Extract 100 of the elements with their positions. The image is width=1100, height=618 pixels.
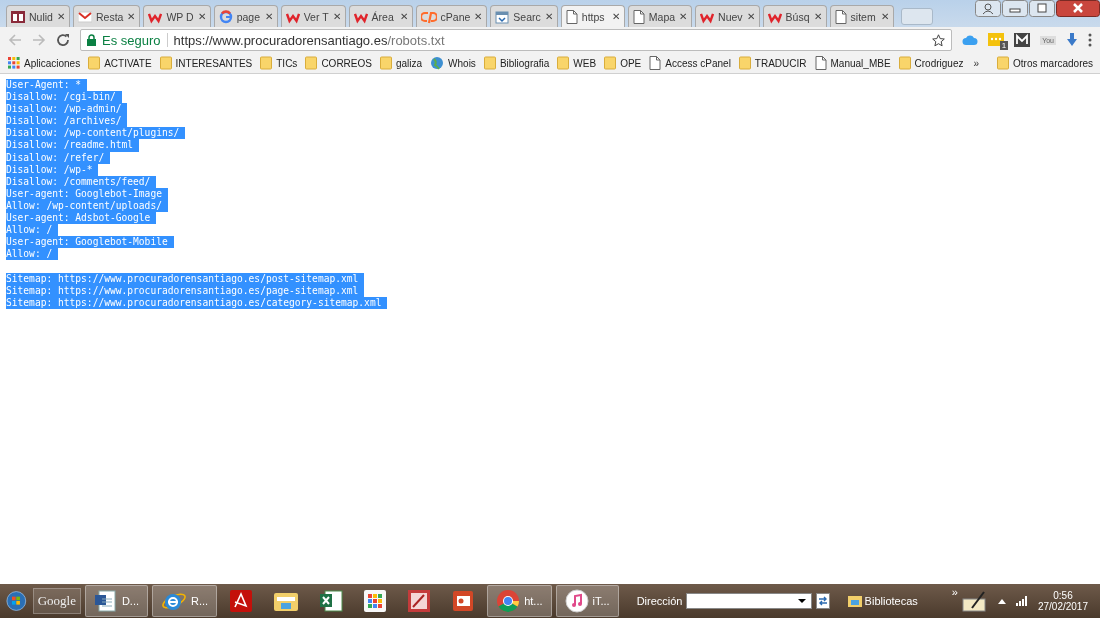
browser-tab[interactable]: Searc ✕ bbox=[490, 5, 558, 27]
m-logo-icon[interactable] bbox=[1014, 33, 1031, 47]
bookmark-item[interactable]: Access cPanel bbox=[645, 55, 735, 71]
music-note-icon bbox=[564, 589, 589, 613]
close-icon[interactable]: ✕ bbox=[127, 11, 136, 22]
close-icon[interactable]: ✕ bbox=[264, 11, 273, 22]
bookmark-item[interactable]: TRADUCIR bbox=[734, 55, 811, 71]
mail-icon bbox=[78, 9, 92, 24]
close-icon[interactable]: ✕ bbox=[399, 11, 408, 22]
go-button[interactable] bbox=[815, 593, 830, 609]
apps-grid-icon bbox=[363, 589, 388, 613]
document-icon bbox=[93, 589, 118, 613]
browser-tab[interactable]: Resta ✕ bbox=[73, 5, 141, 27]
cpanel-logo-icon bbox=[420, 9, 437, 24]
bookmark-item[interactable]: Crodriguez bbox=[894, 55, 968, 71]
reload-icon[interactable] bbox=[56, 33, 70, 47]
folder-icon bbox=[738, 56, 751, 70]
browser-tab[interactable]: Búsq ✕ bbox=[762, 5, 827, 27]
g-logo-icon bbox=[218, 9, 233, 24]
show-hidden-icons-icon[interactable] bbox=[997, 598, 1006, 604]
bookmark-item[interactable]: Whois bbox=[426, 55, 480, 71]
folder-icon bbox=[159, 56, 172, 70]
bookmark-item[interactable]: ACTIVATE bbox=[84, 55, 156, 71]
browser-tab[interactable]: page ✕ bbox=[213, 5, 278, 27]
bookmark-item[interactable]: Aplicaciones bbox=[4, 56, 85, 70]
page-icon bbox=[632, 9, 645, 24]
browser-tab[interactable]: Área ✕ bbox=[348, 5, 413, 27]
menu-icon[interactable] bbox=[1088, 33, 1092, 47]
globe-icon bbox=[430, 56, 445, 70]
bookmark-item[interactable]: TICs bbox=[256, 55, 302, 71]
taskbar-button[interactable]: iT... bbox=[555, 585, 619, 617]
signal-icon[interactable] bbox=[1015, 596, 1028, 606]
close-icon[interactable]: ✕ bbox=[332, 11, 341, 22]
maximize-icon[interactable] bbox=[1029, 0, 1055, 17]
taskbar-button[interactable]: ht... bbox=[487, 585, 552, 617]
browser-tab[interactable]: Nulid ✕ bbox=[6, 5, 70, 27]
apps-grid-icon bbox=[8, 57, 20, 69]
browser-tab[interactable]: cPane ✕ bbox=[415, 5, 488, 27]
taskbar-button[interactable]: D... bbox=[84, 585, 149, 617]
star-icon[interactable] bbox=[932, 33, 946, 47]
close-icon[interactable]: ✕ bbox=[544, 11, 553, 22]
user-icon[interactable] bbox=[975, 0, 1001, 17]
lock-icon bbox=[87, 34, 96, 46]
chrome-logo-icon bbox=[496, 589, 521, 613]
close-icon[interactable]: ✕ bbox=[679, 11, 688, 22]
close-icon[interactable]: ✕ bbox=[474, 11, 483, 22]
bookmark-item[interactable]: galiza bbox=[375, 55, 427, 71]
page-icon bbox=[814, 56, 827, 70]
dropdown-caret-icon[interactable] bbox=[796, 598, 807, 604]
more-bookmarks-button[interactable]: » bbox=[967, 57, 986, 69]
bookmark-item[interactable]: WEB bbox=[553, 55, 601, 71]
search-toolbar[interactable]: Google bbox=[32, 588, 81, 614]
page-icon bbox=[834, 9, 847, 24]
browser-tab[interactable]: Nuev ✕ bbox=[695, 5, 760, 27]
other-bookmarks-item[interactable]: Otros marcadores bbox=[993, 55, 1098, 71]
folder-icon bbox=[483, 56, 496, 70]
address-label: Dirección bbox=[636, 595, 683, 607]
address-bar[interactable]: Es seguro https://www.procuradorensantiago.es/robots.txt bbox=[80, 29, 953, 51]
bookmark-item[interactable]: Manual_MBE bbox=[810, 55, 895, 71]
presentation-icon bbox=[451, 589, 476, 613]
folder-icon bbox=[898, 56, 911, 70]
folder-icon bbox=[305, 56, 318, 70]
download-arrow-icon[interactable] bbox=[1066, 33, 1078, 47]
browser-tab[interactable]: WP D ✕ bbox=[143, 5, 211, 27]
page-icon bbox=[565, 9, 578, 24]
pen-tablet-icon[interactable] bbox=[961, 590, 988, 612]
close-icon[interactable]: ✕ bbox=[611, 11, 620, 22]
bookmark-item[interactable]: INTERESANTES bbox=[155, 55, 257, 71]
folder-icon bbox=[88, 56, 101, 70]
scales-icon bbox=[11, 9, 25, 24]
close-icon[interactable]: ✕ bbox=[880, 11, 889, 22]
browser-tab[interactable]: Ver T ✕ bbox=[280, 5, 346, 27]
folder-icon bbox=[557, 56, 570, 70]
page-icon bbox=[649, 56, 662, 70]
url-text: https://www.procuradorensantiago.es/robots.txt bbox=[173, 32, 445, 48]
folder-icon bbox=[997, 56, 1010, 70]
libraries-toolbar-item[interactable]: Bibliotecas bbox=[847, 595, 918, 607]
toolbar-overflow-button[interactable]: » bbox=[951, 586, 958, 598]
calendar-icon bbox=[495, 9, 510, 24]
browser-tab[interactable]: Mapa ✕ bbox=[627, 5, 693, 27]
taskbar-button[interactable]: R... bbox=[152, 585, 218, 617]
folder-icon bbox=[847, 595, 862, 607]
bookmark-item[interactable]: Bibliografia bbox=[479, 55, 554, 71]
bookmark-item[interactable]: CORREOS bbox=[301, 55, 376, 71]
close-icon[interactable]: ✕ bbox=[746, 11, 755, 22]
browser-tab[interactable]: https ✕ bbox=[560, 5, 625, 27]
pdf-reader-icon bbox=[229, 589, 254, 613]
image-editor-icon bbox=[407, 589, 432, 613]
close-icon[interactable]: ✕ bbox=[57, 11, 65, 22]
close-icon[interactable]: ✕ bbox=[813, 11, 822, 22]
close-icon[interactable] bbox=[1056, 0, 1100, 17]
extension-button[interactable]: 1 bbox=[988, 33, 1005, 47]
browser-tab[interactable]: sitem ✕ bbox=[829, 5, 894, 27]
clock-time: 0:56 bbox=[1053, 590, 1073, 601]
bookmark-item[interactable]: OPE bbox=[600, 55, 646, 71]
minimize-icon[interactable] bbox=[1002, 0, 1028, 17]
secure-label: Es seguro bbox=[102, 32, 161, 48]
folder-icon bbox=[379, 56, 392, 70]
close-icon[interactable]: ✕ bbox=[197, 11, 206, 22]
address-field[interactable] bbox=[686, 593, 812, 609]
